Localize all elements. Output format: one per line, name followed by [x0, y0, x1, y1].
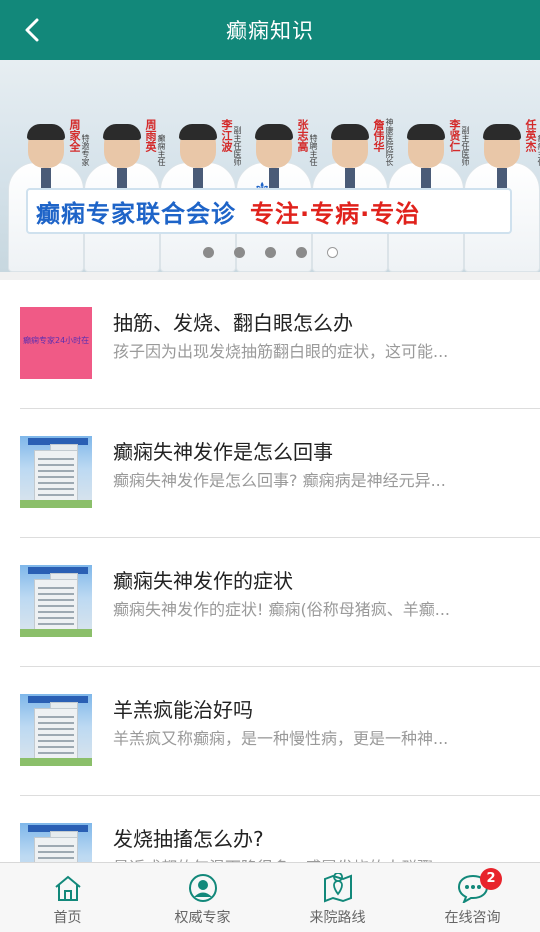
article-title: 羊羔疯能治好吗 — [113, 698, 253, 722]
unread-badge: 2 — [480, 868, 502, 890]
article-title: 抽筋、发烧、翻白眼怎么办 — [113, 311, 353, 335]
top-bar: 癫痫知识 — [0, 0, 540, 60]
banner-carousel[interactable]: 周家全 特邀专家 周雨英 癫痫主任 李江波 副主任医师 张志高 特聘主任 詹伟华 神康医院院长 李贤… — [0, 60, 540, 272]
article-summary: 孩子因为出现发烧抽筋翻白眼的症状，这可能... — [113, 342, 449, 361]
carousel-dot[interactable] — [233, 247, 245, 258]
map-icon — [323, 873, 352, 903]
thumbnail-text: 癫痫专家24小时在线免费咨询 — [23, 336, 89, 345]
hospital-building-thumbnail — [20, 436, 92, 508]
carousel-dot[interactable] — [326, 247, 338, 258]
list-item[interactable]: 羊羔疯能治好吗羊羔疯又称癫痫，是一种慢性病，更是一种神... — [20, 667, 540, 796]
carousel-dot[interactable] — [202, 247, 214, 258]
article-thumbnail: 癫痫专家24小时在线免费咨询 — [20, 307, 92, 379]
bottom-tab-bar: 首页 权威专家 来院路线 2 在线咨询 — [0, 862, 540, 932]
chevron-left-icon[interactable] — [18, 15, 48, 45]
banner-band: 癫痫专家联合会诊 专注·专病·专治 — [26, 188, 512, 234]
carousel-dots — [0, 247, 540, 261]
banner-headline: 癫痫专家联合会诊 — [36, 199, 236, 228]
doctor-icon — [188, 874, 217, 902]
carousel-dot[interactable] — [264, 247, 276, 258]
home-icon — [54, 875, 81, 901]
list-item[interactable]: 癫痫专家24小时在线免费咨询 抽筋、发烧、翻白眼怎么办孩子因为出现发烧抽筋翻白眼的… — [20, 280, 540, 409]
carousel-dot[interactable] — [295, 247, 307, 258]
page-title: 癫痫知识 — [226, 19, 314, 43]
tab-home[interactable]: 首页 — [0, 863, 135, 932]
list-item[interactable]: 癫痫失神发作的症状癫痫失神发作的症状! 癫痫(俗称母猪疯、羊癫... — [20, 538, 540, 667]
tab-experts[interactable]: 权威专家 — [135, 863, 270, 932]
doctor-role: 癫痫主任 — [537, 134, 540, 166]
article-summary: 羊羔疯又称癫痫，是一种慢性病，更是一种神... — [113, 729, 449, 748]
tab-consult[interactable]: 2 在线咨询 — [405, 863, 540, 932]
tab-label: 权威专家 — [174, 910, 231, 926]
article-title: 癫痫失神发作的症状 — [113, 569, 293, 593]
tab-label: 来院路线 — [309, 910, 366, 926]
tab-label: 在线咨询 — [444, 910, 501, 926]
banner-image: 周家全 特邀专家 周雨英 癫痫主任 李江波 副主任医师 张志高 特聘主任 詹伟华 神康医院院长 李贤… — [0, 60, 540, 272]
article-title: 癫痫失神发作是怎么回事 — [113, 440, 333, 464]
divider — [0, 272, 540, 280]
tab-route[interactable]: 来院路线 — [270, 863, 405, 932]
hospital-building-thumbnail — [20, 565, 92, 637]
banner-slogan: 专注·专病·专治 — [250, 199, 421, 228]
tab-label: 首页 — [53, 910, 82, 926]
doctor-figure: 任英杰 癫痫主任 — [464, 60, 540, 272]
article-summary: 癫痫失神发作是怎么回事? 癫痫病是神经元异... — [113, 471, 446, 490]
list-item[interactable]: 癫痫失神发作是怎么回事癫痫失神发作是怎么回事? 癫痫病是神经元异... — [20, 409, 540, 538]
hospital-building-thumbnail — [20, 694, 92, 766]
article-title: 发烧抽搐怎么办? — [113, 827, 264, 851]
article-summary: 癫痫失神发作的症状! 癫痫(俗称母猪疯、羊癫... — [113, 600, 451, 619]
